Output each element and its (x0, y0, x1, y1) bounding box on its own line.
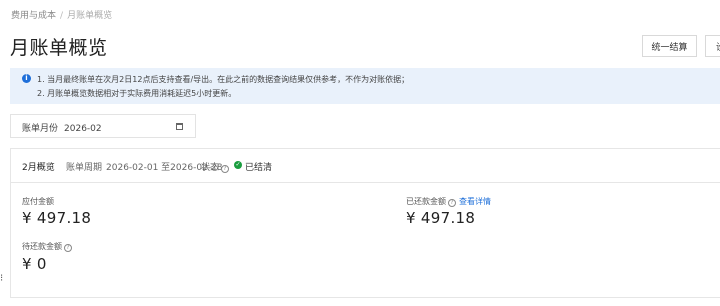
repaid-amount-value: ¥ 497.18 (406, 209, 476, 227)
repaid-amount-field: 已还款金额? 查看详情 (406, 196, 491, 207)
settings-button[interactable]: 设 (705, 35, 720, 57)
bill-period-label: 账单周期 (66, 163, 103, 173)
summary-title: 2月概览 (22, 163, 55, 173)
due-help-icon[interactable]: ? (64, 244, 72, 252)
status-value: 已结清 (245, 163, 273, 173)
status-field: 状态? (201, 160, 230, 173)
due-amount-value: ¥ 0 (22, 255, 47, 273)
breadcrumb-parent[interactable]: 费用与成本 (11, 11, 56, 21)
due-amount-label: 待还款金额 (22, 242, 62, 251)
unified-settlement-button[interactable]: 统一结算 (642, 35, 697, 57)
status-label: 状态 (201, 163, 220, 173)
check-circle-icon: ✓ (234, 161, 242, 169)
sidebar-collapse-handle[interactable]: ⁝ (0, 273, 3, 284)
monthly-summary-card: 2月概览 账单周期 2026-02-01 至2026-02-28 状态? ✓ 已结… (10, 148, 720, 298)
payable-amount-value: ¥ 497.18 (22, 209, 92, 227)
summary-header: 2月概览 账单周期 2026-02-01 至2026-02-28 状态? ✓ 已结… (11, 149, 720, 183)
notice-line-2: 2. 月账单概览数据相对于实际费用消耗延迟5小时更新。 (37, 89, 237, 98)
notice-line-1: 1. 当月最终账单在次月2日12点后支持查看/导出。在此之前的数据查询结果仅供参… (37, 75, 410, 84)
calendar-icon[interactable] (176, 123, 183, 130)
bill-month-field: 账单月份 2026-02 (22, 121, 102, 134)
bill-month-value: 2026-02 (64, 124, 102, 134)
due-amount-field: 待还款金额? (22, 241, 72, 252)
notice-banner: i 1. 当月最终账单在次月2日12点后支持查看/导出。在此之前的数据查询结果仅… (10, 68, 720, 104)
page-title: 月账单概览 (10, 37, 108, 59)
status-help-icon[interactable]: ? (221, 165, 230, 173)
breadcrumb: 费用与成本 / 月账单概览 (11, 8, 112, 21)
view-details-link[interactable]: 查看详情 (459, 197, 491, 206)
bill-month-picker[interactable]: 账单月份 2026-02 (10, 114, 196, 138)
repaid-help-icon[interactable]: ? (448, 199, 456, 207)
breadcrumb-current: 月账单概览 (67, 11, 113, 21)
breadcrumb-separator: / (60, 11, 64, 21)
info-icon: i (22, 74, 31, 83)
payable-amount-label: 应付金额 (22, 197, 54, 206)
bill-month-label: 账单月份 (22, 124, 59, 134)
bill-period: 账单周期 2026-02-01 至2026-02-28 (66, 160, 222, 173)
repaid-amount-label: 已还款金额 (406, 197, 446, 206)
